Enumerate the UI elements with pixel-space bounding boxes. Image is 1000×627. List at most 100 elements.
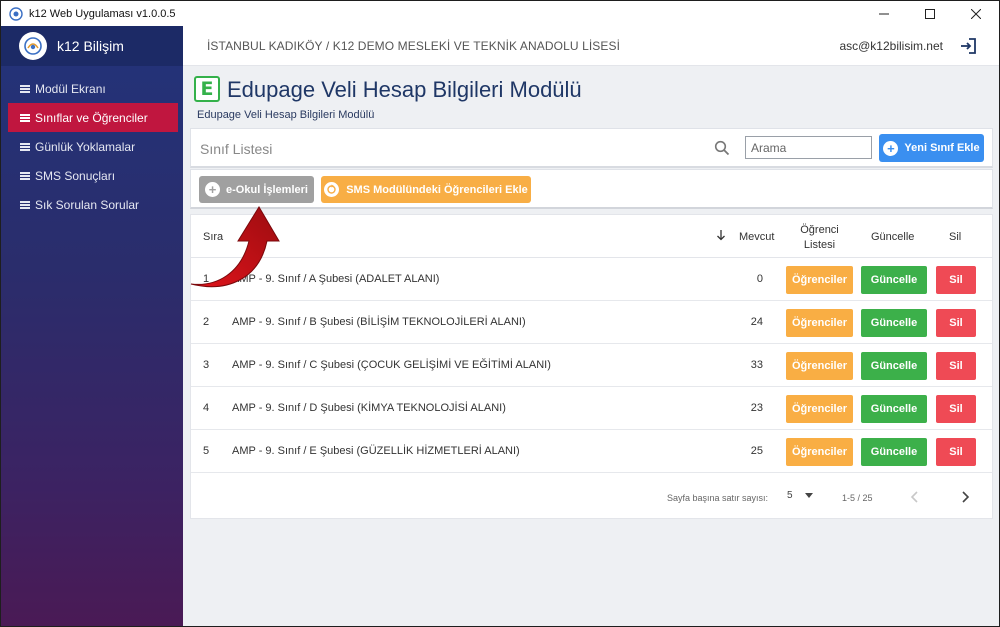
add-class-button[interactable]: + Yeni Sınıf Ekle <box>879 134 984 162</box>
class-table: Sıra Mevcut Öğrenci Listesi Güncelle Sil… <box>190 214 993 519</box>
rows-per-page-value: 5 <box>787 490 793 501</box>
students-button[interactable]: Öğrenciler <box>786 309 853 337</box>
list-icon <box>20 171 30 180</box>
row-class-name: AMP - 9. Sınıf / C Şubesi (ÇOCUK GELİŞİM… <box>232 359 551 371</box>
brand[interactable]: k12 Bilişim <box>1 26 183 66</box>
sidebar-item-sss[interactable]: Sık Sorulan Sorular <box>8 190 178 219</box>
close-icon <box>971 8 981 19</box>
sidebar-nav: Modül Ekranı Sınıflar ve Öğrenciler Günl… <box>1 74 183 219</box>
delete-button[interactable]: Sil <box>936 395 976 423</box>
students-button[interactable]: Öğrenciler <box>786 438 853 466</box>
page-range: 1-5 / 25 <box>842 493 873 503</box>
sms-import-label: SMS Modülündeki Öğrencileri Ekle <box>346 183 528 196</box>
class-list-toolbar: Sınıf Listesi + Yeni Sınıf Ekle <box>190 128 993 168</box>
row-number: 2 <box>203 316 210 328</box>
row-count: 33 <box>750 359 763 371</box>
sidebar: k12 Bilişim Modül Ekranı Sınıflar ve Öğr… <box>1 26 183 626</box>
eokul-label: e-Okul İşlemleri <box>226 183 308 196</box>
sidebar-item-sms-sonuclari[interactable]: SMS Sonuçları <box>8 161 178 190</box>
maximize-icon <box>925 8 935 19</box>
table-row: 1 AMP - 9. Sınıf / A Şubesi (ADALET ALAN… <box>191 258 992 301</box>
table-header: Sıra Mevcut Öğrenci Listesi Güncelle Sil <box>191 215 992 258</box>
rows-per-page-select[interactable]: 5 <box>787 490 813 501</box>
chevron-right-icon[interactable] <box>957 489 973 505</box>
sidebar-item-label: Sık Sorulan Sorular <box>35 197 140 212</box>
header-sira[interactable]: Sıra <box>203 231 223 243</box>
window-controls <box>861 1 999 26</box>
chevron-left-icon[interactable] <box>907 489 923 505</box>
maximize-button[interactable] <box>907 1 953 26</box>
update-button[interactable]: Güncelle <box>861 438 927 466</box>
card-title: Sınıf Listesi <box>200 141 273 157</box>
list-icon <box>20 113 30 122</box>
search-icon <box>714 140 730 156</box>
close-button[interactable] <box>953 1 999 26</box>
row-count: 25 <box>750 445 763 457</box>
add-class-label: Yeni Sınıf Ekle <box>904 142 980 154</box>
update-button[interactable]: Güncelle <box>861 352 927 380</box>
header-guncelle: Güncelle <box>871 231 915 243</box>
sidebar-item-label: SMS Sonuçları <box>35 168 116 183</box>
sidebar-item-label: Sınıflar ve Öğrenciler <box>35 110 148 125</box>
list-icon <box>20 200 30 209</box>
sidebar-item-label: Günlük Yoklamalar <box>35 139 136 154</box>
brand-logo-icon <box>19 32 47 60</box>
row-number: 3 <box>203 359 210 371</box>
table-row: 4 AMP - 9. Sınıf / D Şubesi (KİMYA TEKNO… <box>191 387 992 430</box>
sidebar-item-label: Modül Ekranı <box>35 81 106 96</box>
delete-button[interactable]: Sil <box>936 266 976 294</box>
sort-arrow-down-icon[interactable] <box>716 229 726 241</box>
user-email: asc@k12bilisim.net <box>839 38 943 53</box>
page-title: Edupage Veli Hesap Bilgileri Modülü <box>227 77 582 102</box>
app-icon <box>9 6 23 21</box>
row-count: 0 <box>756 273 763 285</box>
list-icon <box>20 142 30 151</box>
sidebar-item-siniflar[interactable]: Sınıflar ve Öğrenciler <box>8 103 178 132</box>
row-class-name: AMP - 9. Sınıf / B Şubesi (BİLİŞİM TEKNO… <box>232 316 526 328</box>
row-count: 23 <box>750 402 763 414</box>
logout-icon[interactable] <box>959 37 977 55</box>
minimize-button[interactable] <box>861 1 907 26</box>
caret-down-icon <box>804 493 813 498</box>
row-class-name: AMP - 9. Sınıf / D Şubesi (KİMYA TEKNOLO… <box>232 402 506 414</box>
minimize-icon <box>879 13 889 14</box>
students-button[interactable]: Öğrenciler <box>786 395 853 423</box>
window-title: k12 Web Uygulaması v1.0.0.5 <box>29 7 176 20</box>
search-input[interactable] <box>745 136 872 159</box>
table-row: 5 AMP - 9. Sınıf / E Şubesi (GÜZELLİK Hİ… <box>191 430 992 473</box>
title-bar: k12 Web Uygulaması v1.0.0.5 <box>1 1 999 26</box>
sms-import-button[interactable]: SMS Modülündeki Öğrencileri Ekle <box>321 176 531 203</box>
table-pagination: Sayfa başına satır sayısı: 5 1-5 / 25 <box>191 477 992 517</box>
table-row: 3 AMP - 9. Sınıf / C Şubesi (ÇOCUK GELİŞ… <box>191 344 992 387</box>
header-mevcut[interactable]: Mevcut <box>739 231 774 243</box>
row-count: 24 <box>750 316 763 328</box>
update-button[interactable]: Güncelle <box>861 309 927 337</box>
row-number: 5 <box>203 445 210 457</box>
delete-button[interactable]: Sil <box>936 438 976 466</box>
header-sil: Sil <box>949 231 962 243</box>
sync-icon <box>324 182 340 197</box>
action-bar: + e-Okul İşlemleri SMS Modülündeki Öğren… <box>190 169 993 209</box>
delete-button[interactable]: Sil <box>936 309 976 337</box>
header-ogrenci-listesi: Öğrenci Listesi <box>800 224 839 251</box>
table-row: 2 AMP - 9. Sınıf / B Şubesi (BİLİŞİM TEK… <box>191 301 992 344</box>
edupage-logo-icon: E <box>194 76 220 102</box>
update-button[interactable]: Güncelle <box>861 266 927 294</box>
delete-button[interactable]: Sil <box>936 352 976 380</box>
rows-per-page-label: Sayfa başına satır sayısı: <box>667 493 769 503</box>
row-number: 4 <box>203 402 210 414</box>
top-bar: İSTANBUL KADIKÖY / K12 DEMO MESLEKİ VE T… <box>183 26 999 66</box>
update-button[interactable]: Güncelle <box>861 395 927 423</box>
sidebar-item-modul-ekrani[interactable]: Modül Ekranı <box>8 74 178 103</box>
eokul-button[interactable]: + e-Okul İşlemleri <box>199 176 314 203</box>
students-button[interactable]: Öğrenciler <box>786 352 853 380</box>
page-subtitle: Edupage Veli Hesap Bilgileri Modülü <box>197 109 375 121</box>
plus-icon: + <box>205 182 221 197</box>
row-class-name: AMP - 9. Sınıf / A Şubesi (ADALET ALANI) <box>232 273 440 285</box>
plus-icon: + <box>883 140 899 156</box>
school-name: İSTANBUL KADIKÖY / K12 DEMO MESLEKİ VE T… <box>207 38 621 53</box>
brand-name: k12 Bilişim <box>57 38 124 54</box>
students-button[interactable]: Öğrenciler <box>786 266 853 294</box>
list-icon <box>20 84 30 93</box>
sidebar-item-yoklamalar[interactable]: Günlük Yoklamalar <box>8 132 178 161</box>
